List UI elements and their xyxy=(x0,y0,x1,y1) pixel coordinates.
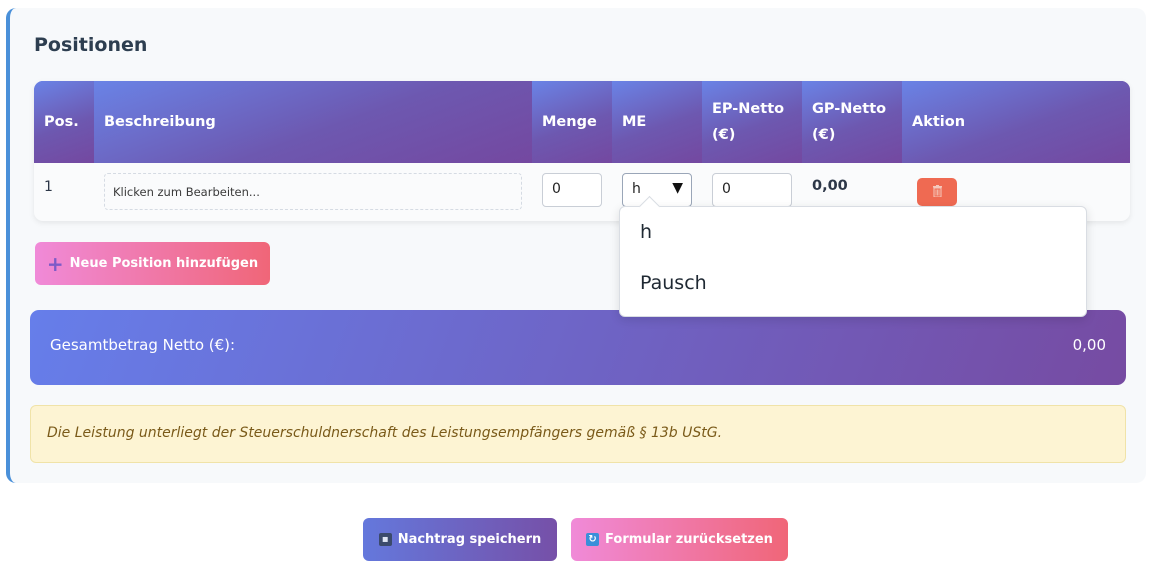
reset-button[interactable]: ↻ Formular zurücksetzen xyxy=(571,518,788,561)
positions-table: Pos. Beschreibung Menge ME EP-Netto (€) … xyxy=(34,81,1130,221)
refresh-icon: ↻ xyxy=(586,533,600,546)
header-pos: Pos. xyxy=(34,81,94,163)
row-pos: 1 xyxy=(44,179,53,195)
floppy-disk-icon: ▪ xyxy=(378,533,392,546)
tax-notice-text: Die Leistung unterliegt der Steuerschuld… xyxy=(47,425,723,441)
chevron-down-icon: ▼ xyxy=(672,180,683,196)
tax-notice: Die Leistung unterliegt der Steuerschuld… xyxy=(30,405,1126,463)
save-button-label: Nachtrag speichern xyxy=(397,532,542,547)
row-total: 0,00 xyxy=(812,178,848,194)
unit-option-h[interactable]: h xyxy=(640,221,652,243)
delete-row-button[interactable] xyxy=(917,178,957,206)
total-label: Gesamtbetrag Netto (€): xyxy=(50,336,236,354)
description-field[interactable]: Klicken zum Bearbeiten... xyxy=(104,173,522,210)
header-unit: ME xyxy=(612,81,702,163)
header-description: Beschreibung xyxy=(94,81,532,163)
quantity-input[interactable]: 0 xyxy=(542,173,602,207)
unit-price-input[interactable]: 0 xyxy=(712,173,792,207)
total-bar: Gesamtbetrag Netto (€): 0,00 xyxy=(30,310,1126,385)
header-action: Aktion xyxy=(902,81,1130,163)
add-position-label: Neue Position hinzufügen xyxy=(69,256,259,271)
save-button[interactable]: ▪ Nachtrag speichern xyxy=(363,518,557,561)
reset-button-label: Formular zurücksetzen xyxy=(605,532,773,547)
add-position-button[interactable]: + Neue Position hinzufügen xyxy=(35,242,270,285)
header-quantity: Menge xyxy=(532,81,612,163)
total-value: 0,00 xyxy=(1072,336,1106,354)
header-total-price: GP-Netto (€) xyxy=(802,81,902,163)
header-unit-price: EP-Netto (€) xyxy=(702,81,802,163)
trash-icon xyxy=(932,184,943,200)
unit-dropdown-menu: h Pausch xyxy=(619,195,1087,317)
unit-select-value: h xyxy=(632,181,641,197)
unit-select[interactable]: h ▼ xyxy=(622,173,692,207)
table-header: Pos. Beschreibung Menge ME EP-Netto (€) … xyxy=(34,81,1130,163)
section-title: Positionen xyxy=(34,34,148,56)
unit-option-pausch[interactable]: Pausch xyxy=(640,272,707,294)
plus-icon: + xyxy=(46,251,64,276)
